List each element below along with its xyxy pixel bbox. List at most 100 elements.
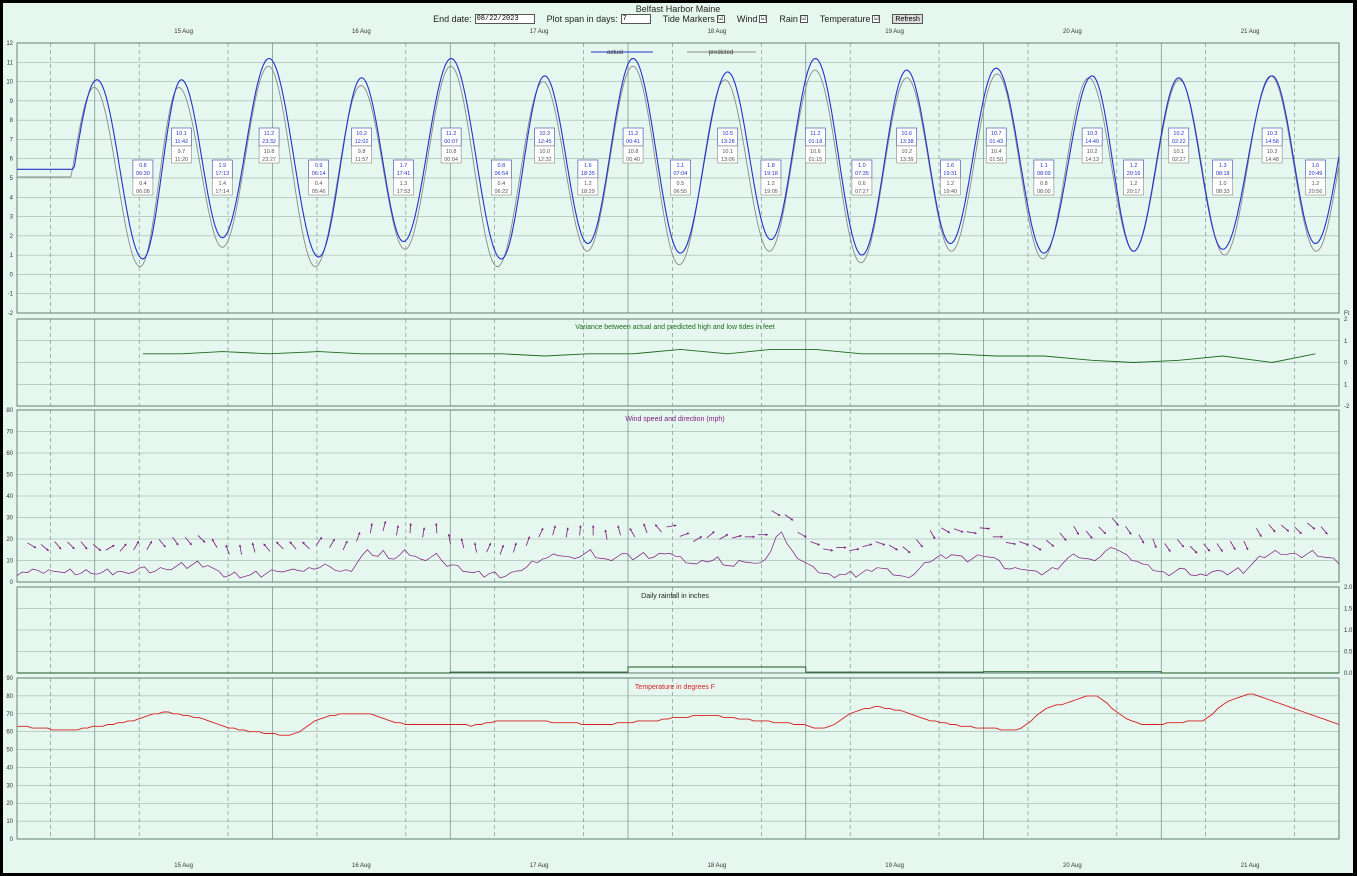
tide-marker-predicted-height: 1.3 xyxy=(400,181,408,187)
tide-marker-actual-height: 10.7 xyxy=(991,131,1002,137)
tide-marker: 10.2 02:22 10.1 02:27 xyxy=(1168,127,1190,164)
tide-marker-predicted-time: 01:50 xyxy=(989,157,1003,163)
temperature-title: Temperature in degrees F xyxy=(635,684,715,691)
tide-marker-predicted-time: 19:05 xyxy=(764,189,778,195)
tide-marker-actual-time: 13:28 xyxy=(721,139,735,145)
tide-marker-predicted-time: 11:20 xyxy=(175,157,188,163)
tide-ytick-label: 9 xyxy=(10,99,14,105)
variance-ytick-label: -2 xyxy=(1344,404,1350,410)
tide-page: Belfast Harbor Maine End date: Plot span… xyxy=(3,3,1353,873)
tide-marker-actual-height: 10.2 xyxy=(356,131,367,137)
tide-marker-predicted-time: 18:29 xyxy=(581,189,595,195)
wind-arrow-head xyxy=(844,546,847,549)
tide-marker-predicted-height: 1.2 xyxy=(584,181,592,187)
tide-marker: 10.5 13:28 10.1 13:06 xyxy=(717,127,739,164)
day-label-top: 19 Aug xyxy=(885,29,904,35)
tide-marker-predicted-height: 1.2 xyxy=(767,181,775,187)
tide-marker-actual-height: 10.3 xyxy=(1267,131,1278,137)
day-label-bottom: 20 Aug xyxy=(1063,863,1082,869)
tide-marker-predicted-height: 0.8 xyxy=(1040,181,1048,187)
tide-marker-actual-height: 0.8 xyxy=(139,163,147,169)
tide-marker-actual-height: 1.1 xyxy=(1040,163,1048,169)
temp-ytick-label: 60 xyxy=(6,730,13,736)
tide-marker: 1.0 07:35 0.6 07:27 xyxy=(851,159,873,196)
wind-arrow-head xyxy=(752,535,755,539)
wind-arrow-head xyxy=(383,521,387,524)
tide-marker-actual-time: 06:54 xyxy=(494,171,508,177)
rain-ytick-label: 1.0 xyxy=(1344,628,1353,634)
wind-arrow-head xyxy=(617,525,620,528)
tide-marker-predicted-time: 23:27 xyxy=(262,157,276,163)
tide-marker-actual-time: 00:41 xyxy=(626,139,640,145)
tide-marker: 10.1 11:42 9.7 11:20 xyxy=(171,127,192,164)
tide-marker-actual-height: 10.3 xyxy=(539,131,550,137)
tide-marker-actual-height: 11.2 xyxy=(264,131,274,137)
tide-marker-predicted-time: 08:33 xyxy=(1216,189,1230,195)
rain-title: Daily rainfall in inches xyxy=(641,593,709,600)
tide-marker-predicted-height: 10.3 xyxy=(1267,149,1278,155)
rain-line xyxy=(17,666,1339,674)
tide-marker-actual-time: 01:43 xyxy=(989,139,1003,145)
tide-marker: 10.3 14:40 10.2 14:13 xyxy=(1081,127,1103,164)
tide-marker-predicted-time: 11:57 xyxy=(355,157,368,163)
day-label-top: 18 Aug xyxy=(708,29,727,35)
tide-marker: 1.2 20:16 1.2 20:17 xyxy=(1123,159,1144,196)
tide-marker-predicted-time: 01:15 xyxy=(809,157,823,163)
tide-marker-predicted-height: 0.4 xyxy=(139,181,147,187)
tide-marker-predicted-time: 12:32 xyxy=(538,157,552,163)
tide-marker-predicted-time: 02:27 xyxy=(1172,157,1186,163)
tide-marker-actual-time: 08:18 xyxy=(1216,171,1230,177)
tide-ytick-label: 0 xyxy=(10,272,14,278)
day-label-bottom: 15 Aug xyxy=(174,863,193,869)
variance-ytick-label: 0 xyxy=(1344,361,1348,367)
tide-marker: 1.1 08:09 0.8 08:00 xyxy=(1033,159,1055,196)
tide-marker-predicted-height: 10.1 xyxy=(1173,149,1184,155)
tide-marker: 11.2 23:32 10.8 23:27 xyxy=(258,127,280,164)
tide-marker: 0.9 06:14 0.4 05:46 xyxy=(308,159,329,196)
temp-ytick-label: 70 xyxy=(6,712,13,718)
tide-marker-actual-time: 17:41 xyxy=(397,171,411,177)
tide-marker-predicted-height: 9.7 xyxy=(178,149,186,155)
tide-ytick-label: 6 xyxy=(10,157,14,163)
tide-marker-actual-height: 1.7 xyxy=(400,163,408,169)
tide-marker-predicted-time: 14:13 xyxy=(1085,157,1099,163)
rain-ytick-label: 0.5 xyxy=(1344,650,1353,656)
tide-marker-actual-time: 17:13 xyxy=(215,171,229,177)
tide-marker-actual-height: 11.2 xyxy=(446,131,456,137)
tide-marker: 1.6 19:31 1.2 19:40 xyxy=(939,159,961,196)
tide-marker: 10.3 14:58 10.3 14:48 xyxy=(1261,127,1283,164)
tide-marker-actual-time: 06:14 xyxy=(312,171,326,177)
wind-ytick-label: 60 xyxy=(6,451,13,457)
tide-ytick-label: 12 xyxy=(6,41,13,47)
tide-ytick-label: 5 xyxy=(10,176,14,182)
rain-ytick-label: 0.0 xyxy=(1344,671,1353,677)
tide-ytick-label: 11 xyxy=(7,60,14,66)
tide-marker-predicted-time: 06:55 xyxy=(673,189,687,195)
day-label-bottom: 19 Aug xyxy=(885,863,904,869)
tide-marker: 1.3 08:18 1.0 08:33 xyxy=(1212,159,1234,196)
wind-arrow-head xyxy=(553,525,556,528)
variance-title: Variance between actual and predicted hi… xyxy=(575,324,775,331)
tide-marker-actual-height: 10.1 xyxy=(176,131,187,137)
tide-marker-actual-time: 11:42 xyxy=(175,139,188,145)
wind-ytick-label: 20 xyxy=(6,537,13,543)
tide-marker-actual-height: 10.5 xyxy=(722,131,733,137)
tide-marker-actual-height: 1.8 xyxy=(767,163,775,169)
wind-ytick-label: 0 xyxy=(10,580,14,586)
tide-marker-predicted-height: 0.5 xyxy=(677,181,685,187)
tide-ytick-label: 7 xyxy=(10,137,14,143)
tide-marker-actual-time: 13:38 xyxy=(900,139,914,145)
rain-ytick-label: 2.0 xyxy=(1344,585,1353,591)
tide-marker-actual-time: 08:09 xyxy=(1037,171,1051,177)
tide-marker: 1.7 17:41 1.3 17:53 xyxy=(393,159,414,196)
day-label-top: 16 Aug xyxy=(352,29,371,35)
tide-marker-predicted-height: 10.4 xyxy=(991,149,1002,155)
tide-marker-predicted-time: 08:00 xyxy=(1037,189,1051,195)
temp-ytick-label: 30 xyxy=(6,783,13,789)
temp-ytick-label: 20 xyxy=(6,801,13,807)
wind-arrow-head xyxy=(591,525,595,528)
tide-marker-actual-time: 23:32 xyxy=(262,139,276,145)
tide-marker-predicted-time: 20:17 xyxy=(1127,189,1141,195)
tide-marker-actual-time: 19:18 xyxy=(764,171,778,177)
tide-marker-actual-height: 11.2 xyxy=(810,131,820,137)
